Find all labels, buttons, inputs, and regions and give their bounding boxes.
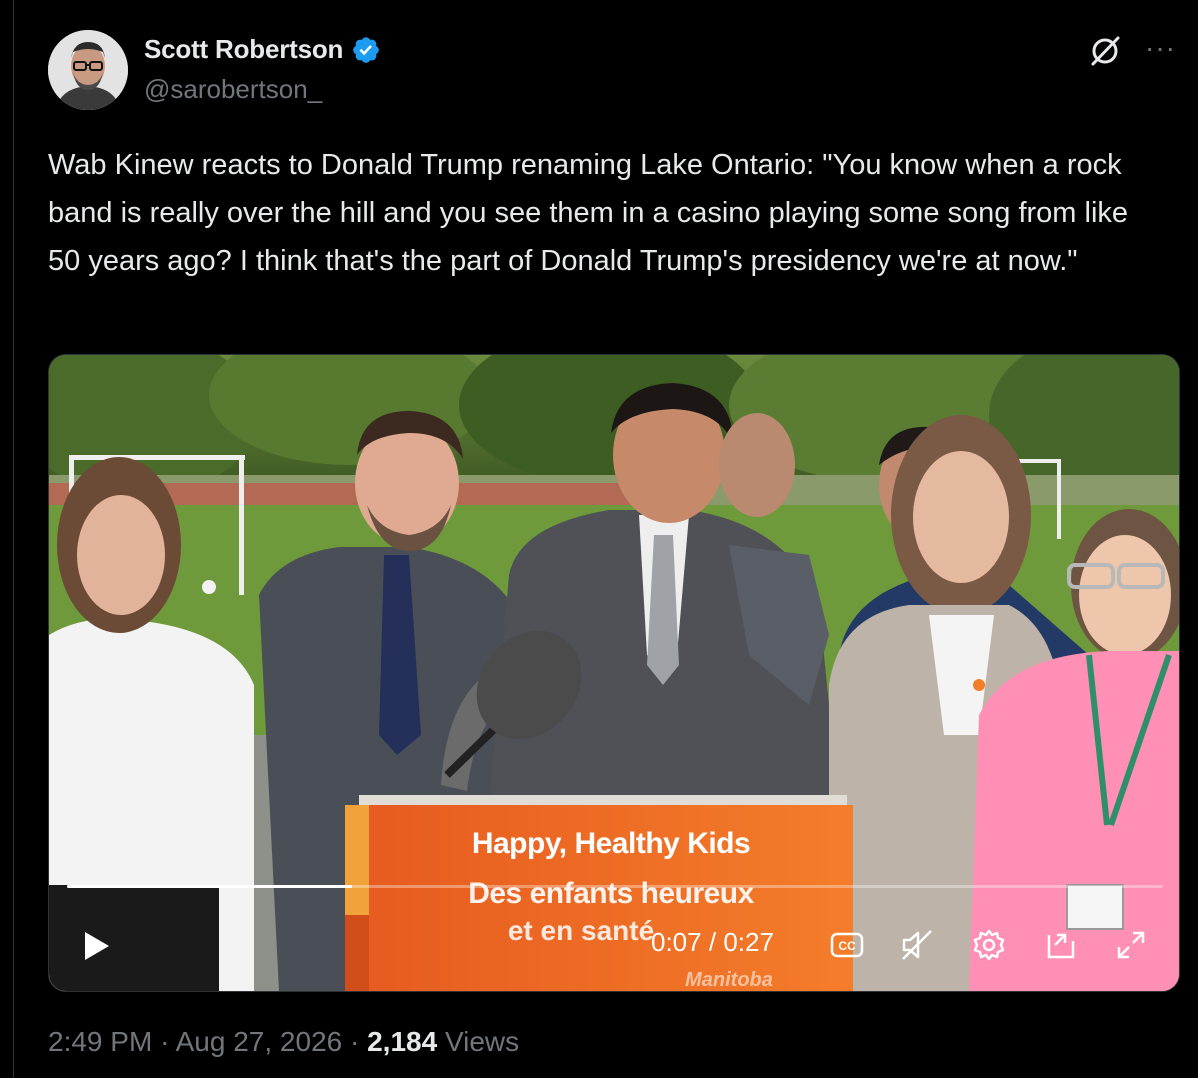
video-progress-fill	[67, 885, 352, 888]
grok-icon[interactable]	[1088, 34, 1122, 68]
captions-icon: CC	[830, 932, 864, 958]
podium-line-1: Happy, Healthy Kids	[471, 827, 751, 860]
meta-separator: ·	[160, 1026, 170, 1057]
settings-gear-icon[interactable]	[971, 927, 1007, 963]
captions-label: CC	[838, 939, 856, 953]
verified-badge-icon	[353, 36, 380, 63]
podium-line-3: et en santé	[507, 915, 655, 946]
podium-line-2: Des enfants heureux	[468, 877, 754, 910]
timeline-border	[13, 0, 14, 1078]
tweet-header: Scott Robertson @sarobertson_ ···	[48, 30, 1178, 110]
duration: 0:27	[723, 927, 774, 957]
current-time: 0:07	[651, 927, 702, 957]
play-icon[interactable]	[79, 929, 113, 963]
avatar[interactable]	[48, 30, 128, 110]
views-count: 2,184	[367, 1026, 438, 1057]
author-handle[interactable]: @sarobertson_	[144, 74, 322, 105]
video-progress-bar[interactable]	[67, 885, 1163, 888]
tweet-date[interactable]: Aug 27, 2026	[176, 1026, 343, 1057]
captions-button[interactable]: CC	[829, 927, 865, 963]
podium-logo: Manitoba	[685, 969, 773, 991]
views-label: Views	[444, 1026, 520, 1057]
meta-separator: ·	[350, 1026, 360, 1057]
video-player[interactable]: Happy, Healthy Kids Des enfants heureux …	[48, 354, 1180, 992]
more-options-icon[interactable]: ···	[1145, 34, 1176, 62]
fullscreen-icon[interactable]	[1113, 927, 1149, 963]
display-name[interactable]: Scott Robertson	[144, 34, 343, 65]
tweet-meta: 2:49 PM · Aug 27, 2026 · 2,184 Views	[48, 1026, 519, 1058]
tweet-time[interactable]: 2:49 PM	[48, 1026, 152, 1057]
tweet-text: Wab Kinew reacts to Donald Trump renamin…	[48, 149, 1137, 277]
time-separator: /	[708, 927, 717, 957]
mute-icon[interactable]	[899, 927, 935, 963]
video-time: 0:07 / 0:27	[651, 927, 774, 958]
author-name-row[interactable]: Scott Robertson	[144, 34, 381, 65]
picture-in-picture-icon[interactable]	[1043, 927, 1079, 963]
